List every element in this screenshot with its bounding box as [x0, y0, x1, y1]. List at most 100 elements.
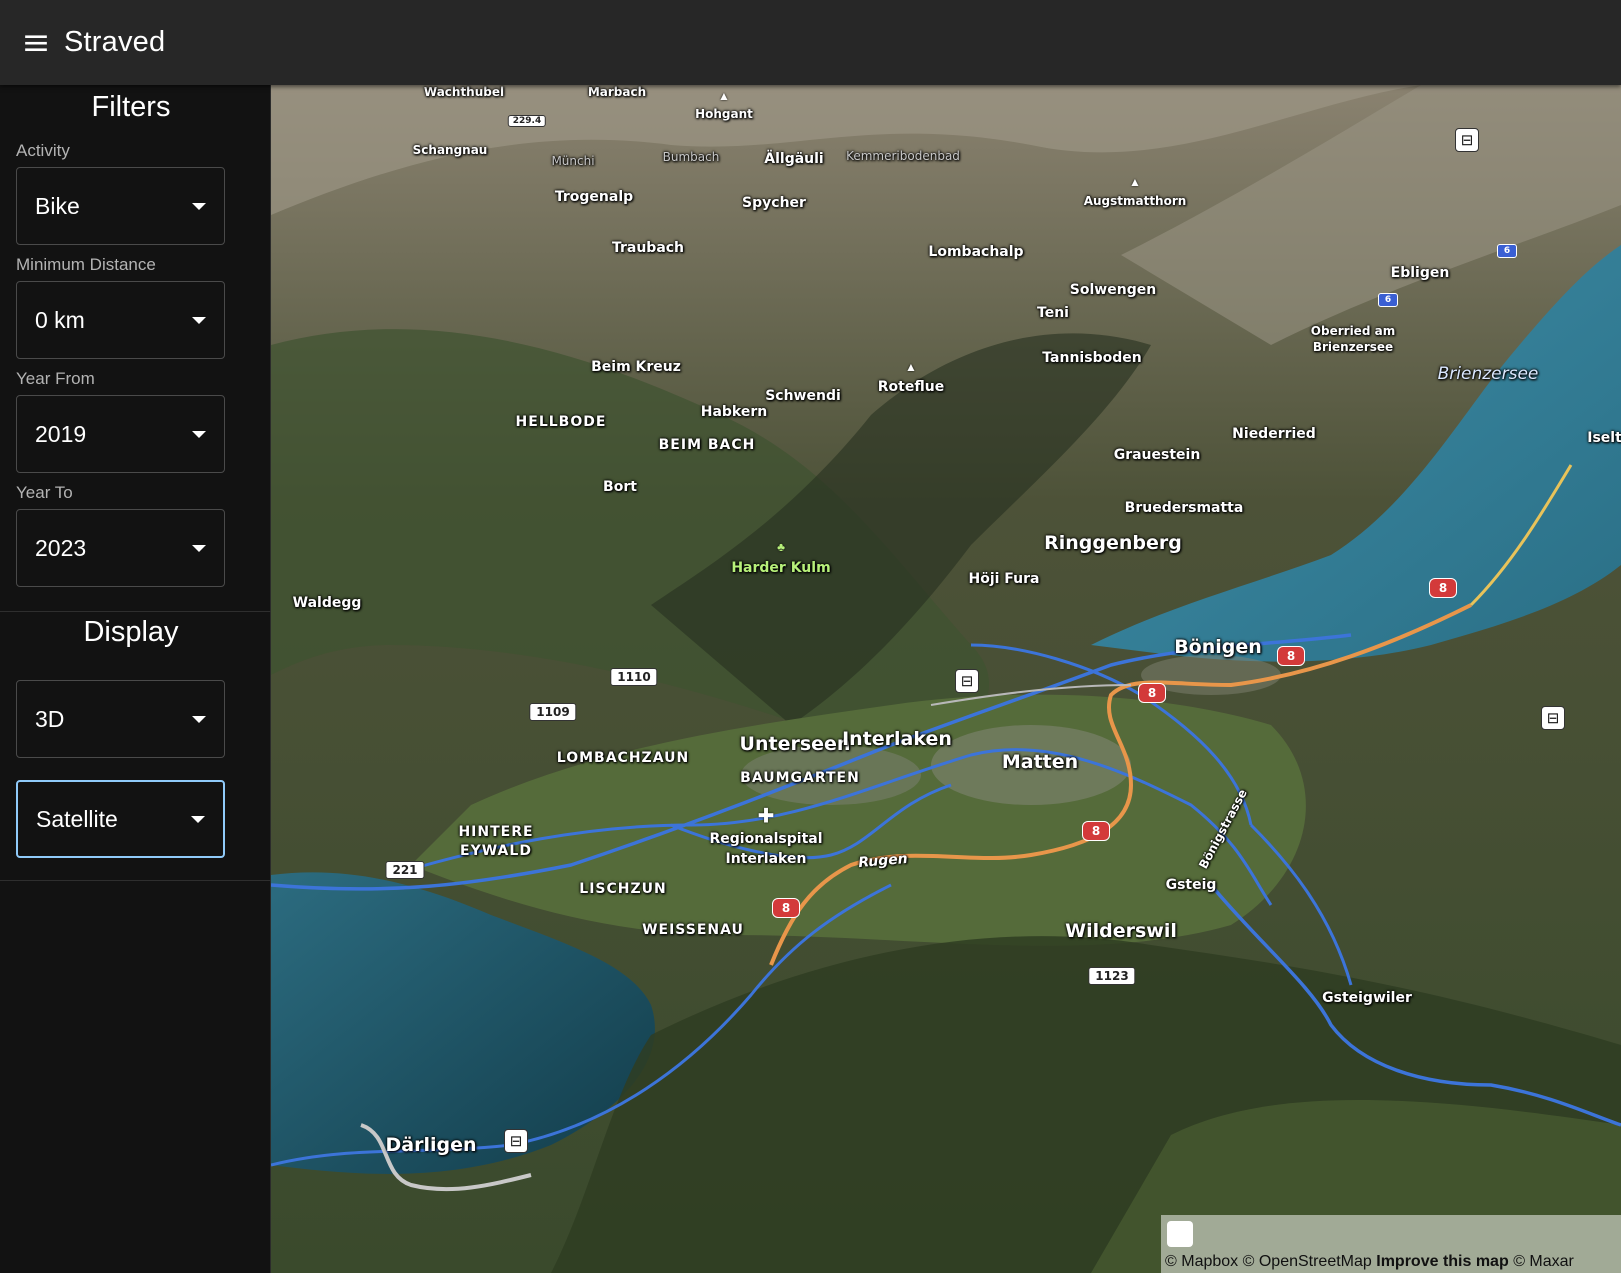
- chevron-down-icon: [192, 202, 206, 210]
- map-label: Gsteigwiler: [1322, 990, 1412, 1006]
- map-label: BAUMGARTEN: [740, 770, 860, 786]
- map-label: Waldegg: [292, 595, 362, 611]
- map-label: LOMBACHZAUN: [556, 750, 690, 766]
- map-label: Matten: [1001, 751, 1079, 773]
- min-distance-field: Minimum Distance 0 km: [16, 255, 225, 359]
- map-label: Trogenalp: [554, 189, 634, 205]
- map-label: BEIM BACH: [658, 437, 756, 453]
- satellite-terrain: [271, 85, 1621, 1273]
- map-label: HINTERE: [458, 824, 534, 840]
- map-label: EYWALD: [460, 843, 532, 859]
- map-label: Regionalspital: [709, 831, 823, 847]
- peak-icon: ▲: [718, 89, 730, 103]
- map-label: Bort: [603, 479, 637, 495]
- map-label: Traubach: [611, 240, 685, 256]
- train-station-icon: ⊟: [1541, 706, 1565, 730]
- map-label: Schangnau: [412, 143, 488, 157]
- map-label: HELLBODE: [515, 414, 607, 430]
- map-label: Gsteig: [1165, 877, 1217, 893]
- map-style-select[interactable]: Satellite: [16, 780, 225, 858]
- chevron-down-icon: [192, 316, 206, 324]
- map-label: Interlaken: [842, 728, 952, 750]
- view-mode-select[interactable]: 3D: [16, 680, 225, 758]
- motorway-badge: 8: [1429, 578, 1457, 598]
- map-label: Grauestein: [1113, 447, 1201, 463]
- map-label: Marbach: [587, 85, 647, 99]
- map-label: Habkern: [700, 404, 768, 420]
- min-distance-label: Minimum Distance: [16, 255, 156, 274]
- year-from-value: 2019: [35, 420, 87, 447]
- map-label: Münchi: [551, 154, 595, 168]
- view-mode-field: 3D: [16, 680, 225, 758]
- road-shield: 1109: [529, 703, 577, 721]
- map-label: WEISSENAU: [642, 922, 744, 938]
- attribution-toggle[interactable]: [1167, 1221, 1193, 1247]
- year-to-value: 2023: [35, 534, 87, 561]
- map-label: Bönigen: [1174, 636, 1262, 658]
- motorway-badge: 8: [1138, 683, 1166, 703]
- filters-title: Filters: [91, 91, 171, 123]
- motorway-badge: 8: [1277, 646, 1305, 666]
- road-shield: 1123: [1088, 967, 1136, 985]
- map-label: Augstmatthorn: [1083, 194, 1187, 208]
- map-label: Brienzersee: [1437, 364, 1539, 384]
- year-to-field: Year To 2023: [16, 483, 225, 587]
- activity-field: Activity Bike: [16, 141, 225, 245]
- display-title: Display: [83, 616, 179, 648]
- year-to-label: Year To: [16, 483, 73, 502]
- motorway-badge: 8: [1082, 821, 1110, 841]
- app-bar: Straved: [0, 0, 1621, 85]
- road-shield: 229.4: [507, 115, 547, 127]
- train-station-icon: ⊟: [955, 669, 979, 693]
- map-label: Ällgäuli: [764, 151, 824, 167]
- train-station-icon: ⊟: [1455, 128, 1479, 152]
- peak-icon: ▲: [905, 360, 917, 374]
- min-distance-value: 0 km: [35, 306, 85, 333]
- peak-icon: ▲: [1129, 175, 1141, 189]
- map-label: Kemmeribodenbad: [846, 149, 960, 163]
- chevron-down-icon: [191, 815, 205, 823]
- mapbox-link[interactable]: © Mapbox: [1165, 1253, 1238, 1270]
- map-label: Solwengen: [1069, 282, 1157, 298]
- maxar-link[interactable]: © Maxar: [1513, 1253, 1574, 1270]
- map-label: Oberried am: [1310, 324, 1396, 338]
- map-label: Ebligen: [1390, 265, 1450, 281]
- map-style-value: Satellite: [36, 805, 118, 832]
- year-to-select[interactable]: 2023: [16, 509, 225, 587]
- map-label: Roteflue: [877, 379, 945, 395]
- osm-link[interactable]: © OpenStreetMap: [1243, 1253, 1372, 1270]
- map-label: Spycher: [742, 195, 806, 211]
- section-divider: [0, 611, 271, 612]
- map-label: Harder Kulm: [731, 560, 831, 576]
- tree-icon: ♣: [777, 540, 785, 554]
- highway-badge: 6: [1497, 244, 1517, 258]
- year-from-select[interactable]: 2019: [16, 395, 225, 473]
- train-station-icon: ⊟: [504, 1129, 528, 1153]
- map-label: Lombachalp: [928, 244, 1024, 260]
- map-label: Wachthubel: [423, 85, 505, 99]
- app-title: Straved: [64, 26, 166, 58]
- map-label: Unterseen: [739, 733, 851, 755]
- improve-map-link[interactable]: Improve this map: [1376, 1253, 1508, 1270]
- menu-button[interactable]: [0, 0, 72, 85]
- map-label: Teni: [1037, 305, 1069, 321]
- map-label: Därligen: [385, 1134, 477, 1156]
- activity-value: Bike: [35, 192, 80, 219]
- map-label: Interlaken: [725, 851, 807, 867]
- section-divider: [0, 880, 271, 881]
- map-label: Niederried: [1232, 426, 1316, 442]
- map-label: Hohgant: [695, 107, 753, 121]
- activity-select[interactable]: Bike: [16, 167, 225, 245]
- map-label: Schwendi: [765, 388, 841, 404]
- chevron-down-icon: [192, 715, 206, 723]
- map-label: Bumbach: [662, 150, 720, 164]
- hospital-icon: ✚: [757, 805, 775, 828]
- map-label: LISCHZUN: [579, 881, 667, 897]
- map-label: Tannisboden: [1042, 350, 1142, 366]
- filter-drawer: Filters Activity Bike Minimum Distance 0…: [0, 85, 271, 1273]
- map-attribution: © Mapbox © OpenStreetMap Improve this ma…: [1161, 1215, 1621, 1273]
- map-canvas[interactable]: Wachthubel Marbach ▲ Hohgant Schangnau M…: [271, 85, 1621, 1273]
- map-label: Ringgenberg: [1044, 532, 1182, 554]
- map-label: Iseltw: [1587, 430, 1621, 446]
- min-distance-select[interactable]: 0 km: [16, 281, 225, 359]
